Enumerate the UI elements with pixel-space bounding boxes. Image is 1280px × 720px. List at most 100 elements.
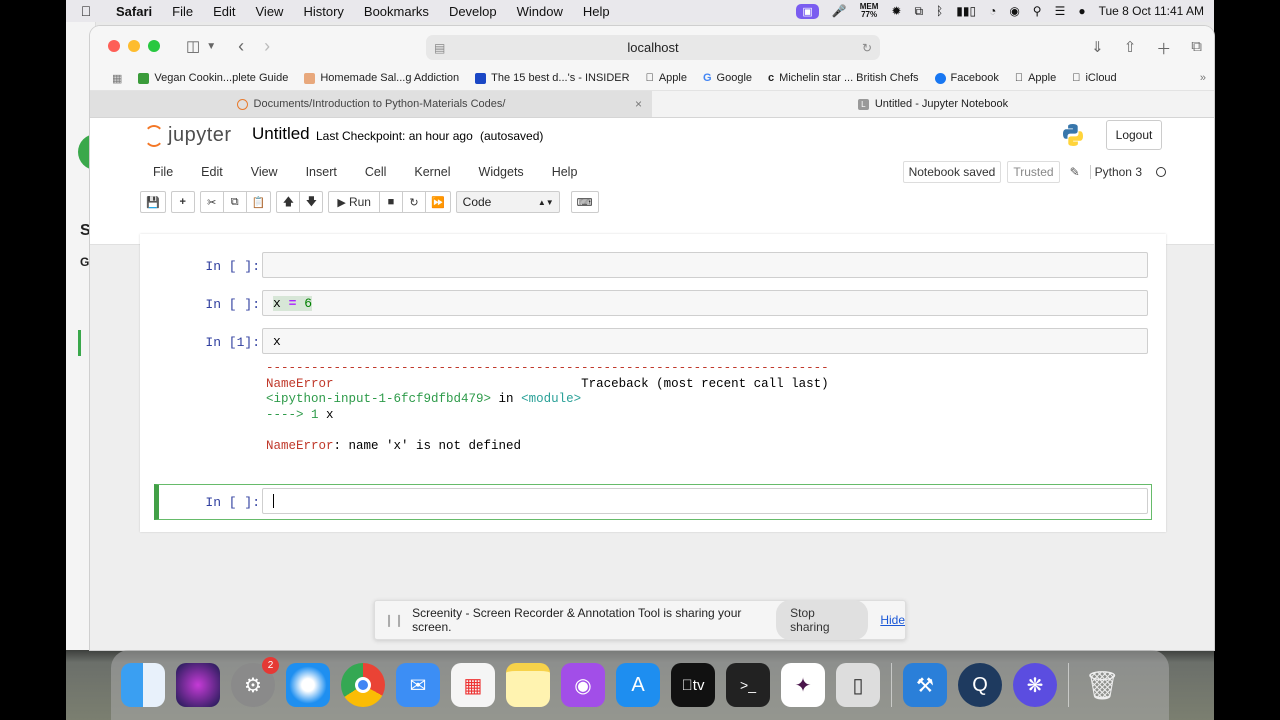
favorites-grid-icon[interactable]: ▦ [104, 72, 130, 85]
bluetooth-icon[interactable]: ᛒ [936, 4, 943, 18]
page-settings-icon[interactable]: ▤ [434, 41, 445, 55]
jupyter-menu-view[interactable]: View [238, 165, 293, 179]
command-palette-button[interactable]: ⌨ [570, 191, 599, 213]
interrupt-kernel-button[interactable]: ■ [378, 191, 403, 213]
code-input-active[interactable] [262, 488, 1148, 514]
control-center-icon[interactable]: ☰ [1055, 4, 1066, 18]
slack-icon[interactable]: ✦ [781, 663, 825, 707]
stop-sharing-button[interactable]: Stop sharing [776, 600, 869, 640]
menu-file[interactable]: File [162, 4, 203, 19]
system-settings-icon[interactable]: ⚙ 2 [231, 657, 279, 707]
close-window-button[interactable] [108, 40, 120, 52]
hide-banner-link[interactable]: Hide [880, 613, 905, 627]
app-store-icon[interactable]: A [616, 663, 660, 707]
favorite-item[interactable]: Facebook [927, 72, 1007, 84]
menu-bookmarks[interactable]: Bookmarks [354, 4, 439, 19]
favorite-item[interactable]: Apple [1007, 72, 1064, 84]
jupyter-menu-kernel[interactable]: Kernel [401, 165, 465, 179]
favorite-item[interactable]: Vegan Cookin...plete Guide [130, 72, 296, 84]
translate-reload-icon[interactable]: ↻ [862, 41, 872, 55]
tab-untitled-notebook[interactable]: L Untitled - Jupyter Notebook [652, 91, 1214, 117]
close-tab-icon[interactable]: × [635, 97, 642, 111]
menu-edit[interactable]: Edit [203, 4, 245, 19]
favorite-item[interactable]: Homemade Sal...g Addiction [296, 72, 467, 84]
favorite-item[interactable]: iCloud [1064, 72, 1124, 84]
iphone-mirroring-icon[interactable]: ▯ [836, 663, 880, 707]
trash-icon[interactable]: 🗑 [1080, 663, 1124, 707]
back-icon[interactable]: ‹ [238, 36, 244, 57]
jupyter-menu-edit[interactable]: Edit [188, 165, 238, 179]
siri-icon[interactable] [176, 663, 220, 707]
save-button[interactable]: 💾 [140, 191, 166, 213]
favorites-overflow-icon[interactable]: » [1200, 72, 1214, 84]
restart-kernel-button[interactable]: ↻ [401, 191, 426, 213]
xcode-icon[interactable]: ⚒ [903, 663, 947, 707]
forward-icon[interactable]: › [264, 36, 270, 57]
kernel-name[interactable]: Python 3 [1089, 165, 1142, 179]
new-tab-icon[interactable]: ＋ [1156, 38, 1171, 59]
favorite-item[interactable]: c Michelin star ... British Chefs [760, 72, 927, 84]
favorite-item[interactable]: The 15 best d...'s - INSIDER [467, 72, 637, 84]
menu-app-name[interactable]: Safari [106, 4, 162, 19]
favorite-item[interactable]: Apple [638, 72, 695, 84]
code-input[interactable]: x [262, 328, 1148, 354]
tab-overview-icon[interactable]: ⧉ [1191, 38, 1202, 59]
finder-icon[interactable] [121, 663, 165, 707]
jupyter-menu-cell[interactable]: Cell [352, 165, 402, 179]
window-icon[interactable]: ⧉ [914, 4, 923, 19]
cut-button[interactable]: ✂ [199, 191, 224, 213]
downloads-icon[interactable]: ⇓ [1091, 38, 1104, 59]
cell-type-select[interactable]: Code ▲▼ [455, 191, 560, 213]
address-bar[interactable]: ▤ localhost ↻ [426, 35, 880, 60]
jupyter-menu-insert[interactable]: Insert [293, 165, 352, 179]
apple-menu-icon[interactable]:  [66, 3, 106, 19]
move-down-button[interactable]: 🡇 [299, 191, 324, 213]
trusted-indicator[interactable]: Trusted [1007, 161, 1060, 183]
memory-indicator[interactable]: MEM 77% [860, 3, 879, 19]
insert-cell-button[interactable]: + [170, 191, 195, 213]
brightness-icon[interactable]: ✹ [891, 4, 901, 18]
chevron-down-icon[interactable]: ▼ [206, 41, 216, 52]
apple-tv-icon[interactable]: tv [671, 663, 715, 707]
move-up-button[interactable]: 🡅 [276, 191, 301, 213]
screen-recording-icon[interactable]: ▣ [796, 3, 819, 19]
jupyter-menu-help[interactable]: Help [539, 165, 593, 179]
quicktime-icon[interactable]: Q [958, 663, 1002, 707]
menu-history[interactable]: History [293, 4, 353, 19]
tab-documents[interactable]: Documents/Introduction to Python-Materia… [90, 91, 652, 117]
zoom-window-button[interactable] [148, 40, 160, 52]
screenity-icon[interactable]: ❋ [1013, 663, 1057, 707]
copy-button[interactable]: ⧉ [222, 191, 247, 213]
drag-handle-icon[interactable]: ❙❙ [375, 613, 412, 627]
paste-button[interactable]: 📋 [245, 191, 272, 213]
code-input[interactable]: x = 6 [262, 290, 1148, 316]
battery-icon[interactable]: ▮▮▯ [956, 4, 976, 18]
microphone-icon[interactable]: 🎤 [832, 4, 847, 18]
terminal-icon[interactable]: >_ [726, 663, 770, 707]
notebook-title[interactable]: Untitled [252, 124, 310, 144]
favorite-item[interactable]: G Google [695, 72, 760, 84]
safari-icon[interactable] [286, 663, 330, 707]
wifi-icon[interactable]: ◔ [989, 4, 996, 18]
notes-icon[interactable] [506, 663, 550, 707]
logout-button[interactable]: Logout [1106, 120, 1162, 150]
launchpad-icon[interactable]: ▦ [451, 663, 495, 707]
menubar-clock[interactable]: Tue 8 Oct 11:41 AM [1099, 4, 1204, 18]
run-button[interactable]: ▶ Run [328, 191, 380, 213]
menu-help[interactable]: Help [573, 4, 620, 19]
user-icon[interactable]: ◉ [1009, 4, 1019, 18]
podcasts-icon[interactable]: ◉ [561, 663, 605, 707]
share-icon[interactable]: ⇧ [1124, 38, 1137, 59]
minimize-window-button[interactable] [128, 40, 140, 52]
sidebar-toggle-icon[interactable]: ◫ [186, 37, 200, 55]
mail-icon[interactable]: ✉ [396, 663, 440, 707]
jupyter-menu-file[interactable]: File [140, 165, 188, 179]
jupyter-menu-widgets[interactable]: Widgets [466, 165, 539, 179]
menu-window[interactable]: Window [507, 4, 573, 19]
siri-icon[interactable]: ● [1078, 4, 1085, 18]
code-input[interactable] [262, 252, 1148, 278]
chrome-icon[interactable] [341, 663, 385, 707]
jupyter-logo[interactable]: jupyter [144, 124, 232, 147]
restart-run-all-button[interactable]: ⏩ [424, 191, 451, 213]
menu-develop[interactable]: Develop [439, 4, 507, 19]
